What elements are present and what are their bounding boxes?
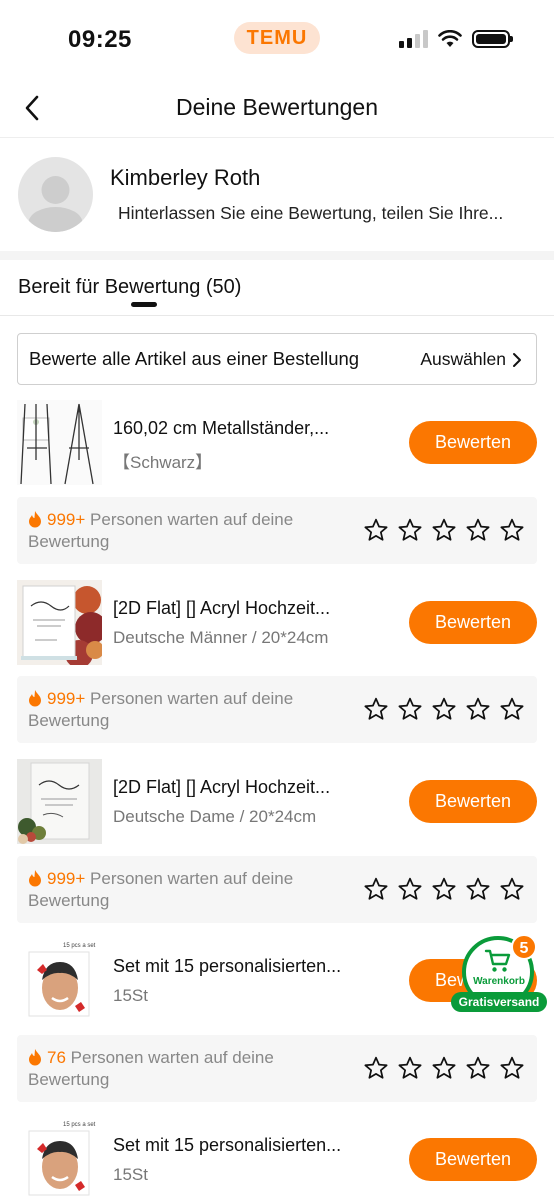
- star-4-icon[interactable]: [465, 696, 491, 722]
- waiting-reviewers-box: 999+ Personen warten auf deine Bewertung: [17, 856, 537, 923]
- product-variant: Deutsche Dame / 20*24cm: [113, 807, 317, 826]
- floating-cart-button[interactable]: Warenkorb 5 Gratisversand: [451, 934, 547, 1014]
- star-4-icon[interactable]: [465, 876, 491, 902]
- free-shipping-badge: Gratisversand: [451, 992, 547, 1012]
- star-2-icon[interactable]: [397, 876, 423, 902]
- waiting-count: 999+: [47, 689, 86, 708]
- star-4-icon[interactable]: [465, 1055, 491, 1081]
- tab-active-indicator: [131, 302, 157, 307]
- product-thumbnail: [17, 580, 102, 665]
- waiting-count: 999+: [47, 510, 86, 529]
- star-3-icon[interactable]: [431, 696, 457, 722]
- waiting-reviewers-text: 76 Personen warten auf deine Bewertung: [28, 1047, 348, 1091]
- waiting-reviewers-box: 76 Personen warten auf deine Bewertung: [17, 1035, 537, 1102]
- star-2-icon[interactable]: [397, 696, 423, 722]
- cart-label: Warenkorb: [473, 976, 525, 987]
- waiting-count: 999+: [47, 869, 86, 888]
- rate-button[interactable]: Bewerten: [409, 780, 537, 823]
- flame-icon: [29, 870, 41, 887]
- product-title: Set mit 15 personalisierten...: [113, 1135, 342, 1155]
- product-title: Set mit 15 personalisierten...: [113, 956, 342, 976]
- star-2-icon[interactable]: [397, 517, 423, 543]
- flame-icon: [29, 690, 41, 707]
- review-product-item[interactable]: 160,02 cm Metallständer,... 【Schwarz】 Be…: [0, 400, 554, 488]
- tab-ready-for-review[interactable]: Bereit für Bewertung (50): [18, 276, 241, 299]
- rate-button[interactable]: Bewerten: [409, 1138, 537, 1181]
- star-1-icon[interactable]: [363, 696, 389, 722]
- rate-button[interactable]: Bewerten: [409, 601, 537, 644]
- shopping-cart-icon: [484, 949, 511, 972]
- waiting-reviewers-text: 999+ Personen warten auf deine Bewertung: [28, 688, 348, 732]
- star-5-icon[interactable]: [499, 876, 525, 902]
- cellular-signal-icon: [399, 30, 428, 48]
- profile-subtitle[interactable]: Hinterlassen Sie eine Bewertung, teilen …: [118, 203, 538, 224]
- select-order-label: Auswählen: [420, 349, 506, 369]
- nav-header: Deine Bewertungen: [0, 80, 554, 138]
- face-cutout-thumbnail: 15 pcs a set: [17, 1117, 102, 1200]
- star-5-icon[interactable]: [499, 1055, 525, 1081]
- review-product-item[interactable]: [2D Flat] [] Acryl Hochzeit... Deutsche …: [0, 580, 554, 668]
- default-user-icon: [28, 176, 83, 232]
- status-time: 09:25: [68, 26, 132, 53]
- avatar: [18, 157, 93, 232]
- thumbnail-caption: 15 pcs a set: [63, 1122, 96, 1128]
- star-rating[interactable]: [363, 876, 525, 902]
- product-variant: 【Schwarz】: [113, 453, 213, 472]
- thumbnail-caption: 15 pcs a set: [63, 943, 96, 949]
- waiting-reviewers-text: 999+ Personen warten auf deine Bewertung: [28, 868, 348, 912]
- review-tabs: Bereit für Bewertung (50): [0, 260, 554, 316]
- product-thumbnail: [17, 400, 102, 485]
- rate-whole-order-bar[interactable]: Bewerte alle Artikel aus einer Bestellun…: [17, 333, 537, 385]
- star-3-icon[interactable]: [431, 1055, 457, 1081]
- face-cutout-thumbnail: 15 pcs a set: [17, 938, 102, 1023]
- review-product-item[interactable]: 15 pcs a set Set mit 15 personalisierten…: [0, 1117, 554, 1200]
- review-product-item[interactable]: [2D Flat] [] Acryl Hochzeit... Deutsche …: [0, 759, 554, 847]
- profile-name: Kimberley Roth: [110, 165, 261, 190]
- product-variant: 15St: [113, 986, 148, 1005]
- product-title: 160,02 cm Metallständer,...: [113, 418, 330, 438]
- star-rating[interactable]: [363, 1055, 525, 1081]
- star-3-icon[interactable]: [431, 876, 457, 902]
- star-4-icon[interactable]: [465, 517, 491, 543]
- status-icons: [399, 30, 513, 48]
- rate-button[interactable]: Bewerten: [409, 421, 537, 464]
- waiting-reviewers-box: 999+ Personen warten auf deine Bewertung: [17, 676, 537, 743]
- app-indicator-pill: TEMU: [234, 22, 320, 54]
- star-rating[interactable]: [363, 696, 525, 722]
- acrylic-sign-flowers-thumbnail: [17, 759, 102, 844]
- battery-icon: [472, 30, 513, 48]
- product-variant: 15St: [113, 1165, 148, 1184]
- star-5-icon[interactable]: [499, 517, 525, 543]
- wifi-icon: [438, 30, 462, 47]
- waiting-count: 76: [47, 1048, 66, 1067]
- star-1-icon[interactable]: [363, 876, 389, 902]
- flame-icon: [29, 1049, 41, 1066]
- waiting-reviewers-box: 999+ Personen warten auf deine Bewertung: [17, 497, 537, 564]
- status-bar: 09:25 TEMU: [0, 0, 554, 80]
- product-title: [2D Flat] [] Acryl Hochzeit...: [113, 777, 331, 797]
- star-1-icon[interactable]: [363, 517, 389, 543]
- section-divider: [0, 251, 554, 260]
- product-thumbnail: 15 pcs a set: [17, 938, 102, 1023]
- product-variant: Deutsche Männer / 20*24cm: [113, 628, 329, 647]
- profile-section: Kimberley Roth Hinterlassen Sie eine Bew…: [0, 139, 554, 251]
- select-order-button[interactable]: Auswählen: [420, 349, 522, 370]
- product-thumbnail: 15 pcs a set: [17, 1117, 102, 1200]
- star-rating[interactable]: [363, 517, 525, 543]
- product-thumbnail: [17, 759, 102, 844]
- star-5-icon[interactable]: [499, 696, 525, 722]
- rate-whole-order-text: Bewerte alle Artikel aus einer Bestellun…: [29, 348, 360, 369]
- chevron-right-icon: [513, 352, 521, 367]
- flame-icon: [29, 511, 41, 528]
- star-2-icon[interactable]: [397, 1055, 423, 1081]
- cart-count-badge: 5: [511, 934, 537, 960]
- metal-easel-thumbnail: [17, 400, 102, 485]
- acrylic-sign-roses-thumbnail: [17, 580, 102, 665]
- product-title: [2D Flat] [] Acryl Hochzeit...: [113, 598, 331, 618]
- star-1-icon[interactable]: [363, 1055, 389, 1081]
- page-title: Deine Bewertungen: [175, 94, 379, 120]
- star-3-icon[interactable]: [431, 517, 457, 543]
- waiting-reviewers-text: 999+ Personen warten auf deine Bewertung: [28, 509, 348, 553]
